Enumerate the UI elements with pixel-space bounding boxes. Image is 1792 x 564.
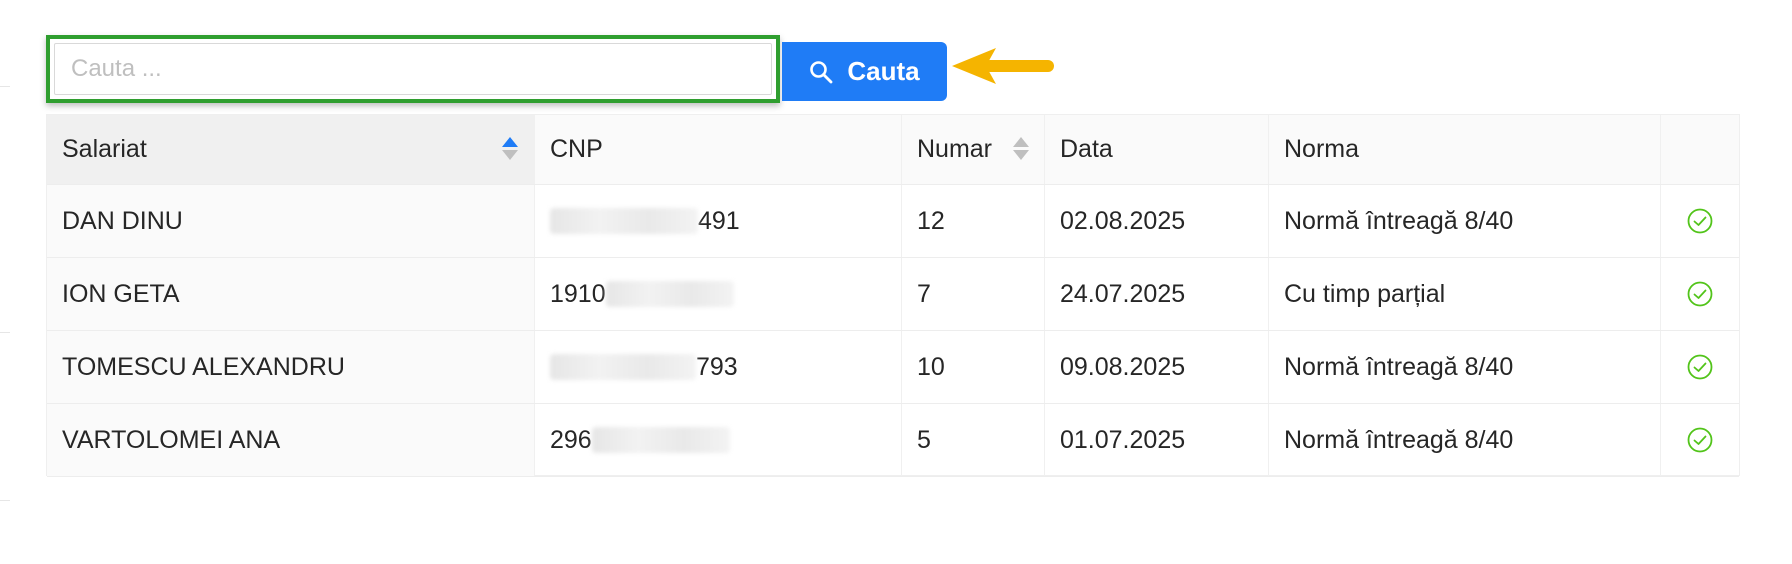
left-edge-divider — [0, 332, 10, 333]
cell-norma: Normă întreagă 8/40 — [1269, 185, 1661, 257]
employees-table: Salariat CNP Numar Data Norma DAN DINU 4… — [46, 114, 1740, 477]
redacted-cnp — [605, 281, 734, 307]
search-input[interactable] — [54, 43, 772, 95]
table-row[interactable]: TOMESCU ALEXANDRU 793 10 09.08.2025 Norm… — [47, 331, 1739, 404]
table-row[interactable]: ION GETA 1910 7 24.07.2025 Cu timp parți… — [47, 258, 1739, 331]
redacted-cnp — [591, 427, 730, 453]
sort-descending-icon — [1013, 150, 1029, 160]
search-button-label: Cauta — [847, 56, 920, 86]
cell-data: 01.07.2025 — [1045, 404, 1269, 476]
cell-status[interactable] — [1661, 185, 1739, 257]
column-header-label: Data — [1060, 135, 1113, 163]
cell-numar: 5 — [902, 404, 1045, 476]
cell-data: 09.08.2025 — [1045, 331, 1269, 403]
cell-status[interactable] — [1661, 331, 1739, 403]
cell-data: 02.08.2025 — [1045, 185, 1269, 257]
sort-ascending-icon — [1013, 137, 1029, 147]
cnp-visible-part: 296 — [550, 425, 592, 454]
column-header-norma: Norma — [1269, 115, 1661, 184]
column-header-label: Norma — [1284, 135, 1360, 163]
cnp-visible-part: 491 — [698, 206, 740, 235]
check-circle-icon[interactable] — [1687, 427, 1713, 453]
cell-cnp: 1910 — [535, 258, 902, 330]
search-icon — [810, 60, 833, 83]
annotation-arrow-icon — [952, 48, 1054, 84]
table-row[interactable]: VARTOLOMEI ANA 296 5 01.07.2025 Normă în… — [47, 404, 1739, 477]
cell-salariat: VARTOLOMEI ANA — [47, 404, 535, 476]
cell-cnp: 491 — [535, 185, 902, 257]
cell-norma: Cu timp parțial — [1269, 258, 1661, 330]
column-header-cnp: CNP — [535, 115, 902, 184]
column-header-label: Salariat — [62, 135, 147, 163]
cell-numar: 12 — [902, 185, 1045, 257]
sort-ascending-icon — [502, 137, 518, 147]
cell-numar: 10 — [902, 331, 1045, 403]
column-header-numar[interactable]: Numar — [902, 115, 1045, 184]
check-circle-icon[interactable] — [1687, 208, 1713, 234]
cell-cnp: 793 — [535, 331, 902, 403]
cell-salariat: ION GETA — [47, 258, 535, 330]
cell-data: 24.07.2025 — [1045, 258, 1269, 330]
sort-icon[interactable] — [1013, 137, 1029, 160]
table-header-row: Salariat CNP Numar Data Norma — [47, 115, 1739, 185]
column-header-salariat[interactable]: Salariat — [47, 115, 535, 184]
cell-salariat: DAN DINU — [47, 185, 535, 257]
cell-status[interactable] — [1661, 258, 1739, 330]
column-header-data: Data — [1045, 115, 1269, 184]
check-circle-icon[interactable] — [1687, 354, 1713, 380]
column-header-label: CNP — [550, 135, 603, 163]
cnp-visible-part: 793 — [696, 352, 738, 381]
sort-descending-icon — [502, 150, 518, 160]
column-header-label: Numar — [917, 135, 993, 163]
cell-numar: 7 — [902, 258, 1045, 330]
left-edge-divider — [0, 86, 10, 87]
check-circle-icon[interactable] — [1687, 281, 1713, 307]
cell-status[interactable] — [1661, 404, 1739, 476]
search-highlight-box — [46, 35, 780, 103]
column-header-status — [1661, 115, 1739, 184]
left-edge-divider — [0, 500, 10, 501]
cell-norma: Normă întreagă 8/40 — [1269, 404, 1661, 476]
table-row[interactable]: DAN DINU 491 12 02.08.2025 Normă întreag… — [47, 185, 1739, 258]
sort-icon[interactable] — [502, 137, 518, 160]
search-button[interactable]: Cauta — [782, 42, 947, 101]
cnp-visible-part: 1910 — [550, 279, 606, 308]
cell-norma: Normă întreagă 8/40 — [1269, 331, 1661, 403]
cell-salariat: TOMESCU ALEXANDRU — [47, 331, 535, 403]
cell-cnp: 296 — [535, 404, 902, 476]
redacted-cnp — [550, 208, 698, 234]
redacted-cnp — [550, 354, 696, 380]
